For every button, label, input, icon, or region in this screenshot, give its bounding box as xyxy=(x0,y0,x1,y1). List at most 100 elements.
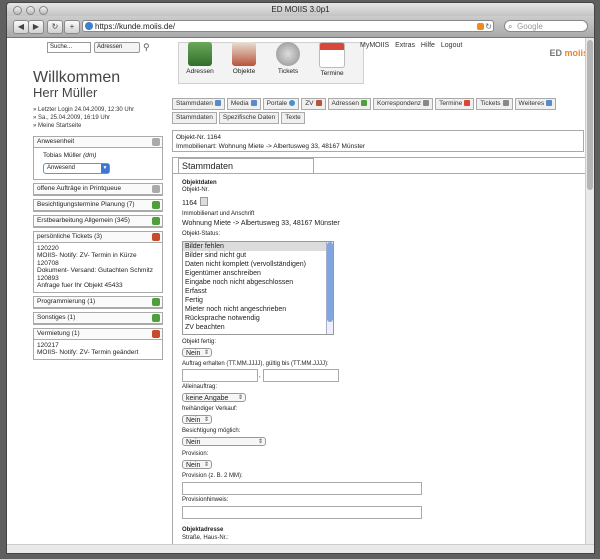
close-window-icon[interactable] xyxy=(13,6,22,15)
art-value: Wohnung Miete -> Albertusweg 33, 48167 M… xyxy=(182,220,340,227)
subtab-texte[interactable]: Texte xyxy=(281,112,305,124)
auftrag-date-field[interactable] xyxy=(182,369,258,382)
scrollbar-thumb[interactable] xyxy=(587,40,593,190)
tab-zv[interactable]: ZV xyxy=(301,98,326,110)
zoom-window-icon[interactable] xyxy=(39,6,48,15)
fertig-select[interactable]: Nein ⇕ xyxy=(182,348,212,357)
subtab-spezifische-daten[interactable]: Spezifische Daten xyxy=(218,112,280,124)
provision2-field[interactable] xyxy=(182,482,422,495)
allein-select[interactable]: keine Angabe ⇕ xyxy=(182,393,246,402)
provision2-label: Provision (z. B. 2 MM): xyxy=(182,473,243,479)
link-mymoiis[interactable]: MyMOIIS xyxy=(360,42,389,49)
nav-adressen[interactable]: Adressen xyxy=(180,42,220,75)
link-hilfe[interactable]: Hilfe xyxy=(421,42,435,49)
subtab-stammdaten[interactable]: Stammdaten xyxy=(172,112,217,124)
list-item[interactable]: Rücksprache notwendig xyxy=(183,314,333,323)
tab-label: Media xyxy=(230,100,249,107)
tab-korrespondenz[interactable]: Korrespondenz xyxy=(372,98,434,110)
brand-ed: ED xyxy=(549,48,562,58)
list-item[interactable]: Daten nicht komplett (vervollständigen) xyxy=(183,260,333,269)
list-item[interactable]: Mieter noch nicht angeschrieben xyxy=(183,305,333,314)
document-icon[interactable] xyxy=(200,197,209,206)
users-icon[interactable] xyxy=(152,138,160,146)
quick-search-input[interactable]: Suche... xyxy=(47,42,91,53)
title-bar: ED MOIIS 3.0p1 xyxy=(7,3,594,16)
nav-tickets[interactable]: Tickets xyxy=(268,42,308,75)
list-item[interactable]: 120220 MOIIS- Notify: ZV- Termin in Kürze xyxy=(37,245,159,260)
forward-button[interactable]: ▶ xyxy=(28,20,44,34)
link-extras[interactable]: Extras xyxy=(395,42,415,49)
ticket-id: 120220 xyxy=(37,244,59,252)
gueltig-bis-field[interactable] xyxy=(263,369,339,382)
scrollbar[interactable] xyxy=(326,242,333,334)
expand-icon[interactable] xyxy=(152,216,160,225)
list-item[interactable]: Bilder fehlen xyxy=(183,242,333,251)
nav-label: Objekte xyxy=(232,68,256,75)
status-listbox[interactable]: Bilder fehlen Bilder sind nicht gut Date… xyxy=(182,241,334,335)
strasse-label: Straße, Haus-Nr.: xyxy=(182,535,229,541)
provision-select[interactable]: Nein ⇕ xyxy=(182,460,212,469)
box-header[interactable]: Erstbearbeitung Allgemein (345) xyxy=(34,215,162,227)
expand-icon[interactable] xyxy=(152,297,160,306)
list-item[interactable]: 120893 Anfrage fuer Ihr Objekt 45433 xyxy=(37,275,159,290)
box-header[interactable]: offene Aufträge in Printqueue xyxy=(34,183,162,195)
vertical-scrollbar[interactable] xyxy=(585,38,594,545)
box-header[interactable]: Programmierung (1) xyxy=(34,296,162,308)
list-item[interactable]: Erfasst xyxy=(183,287,333,296)
expand-icon[interactable] xyxy=(152,313,160,322)
nav-termine[interactable]: Termine xyxy=(312,42,352,77)
list-item[interactable]: Eingabe noch nicht abgeschlossen xyxy=(183,278,333,287)
list-item[interactable]: ZV beachten xyxy=(183,323,333,332)
box-header[interactable]: Besichtigungstermine Planung (7) xyxy=(34,199,162,211)
search-field[interactable]: ⌕ Google xyxy=(504,20,588,32)
refresh-icon[interactable]: ↻ xyxy=(485,21,492,33)
collapse-icon[interactable] xyxy=(152,232,160,241)
date-separator: , xyxy=(259,373,261,379)
list-item[interactable]: Eigentümer anschreiben xyxy=(183,269,333,278)
besicht-select[interactable]: Nein ⇕ xyxy=(182,437,266,446)
tab-portale[interactable]: Portale xyxy=(262,98,300,110)
quick-search-select[interactable]: Adressen xyxy=(94,42,140,53)
nav-objekte[interactable]: Objekte xyxy=(224,42,264,75)
collapse-icon[interactable] xyxy=(152,329,160,338)
scrollbar-thumb[interactable] xyxy=(327,242,333,322)
box-header[interactable]: Vermietung (1) xyxy=(34,328,162,340)
tab-termine[interactable]: Termine xyxy=(435,98,475,110)
box-header[interactable]: persönliche Tickets (3) xyxy=(34,231,162,243)
tab-weiteres[interactable]: Weiteres xyxy=(514,98,557,110)
tab-media[interactable]: Media xyxy=(226,98,261,110)
select-value: Nein xyxy=(186,350,201,357)
art-label: Immobilienart und Anschrift xyxy=(182,211,255,217)
tab-tickets[interactable]: Tickets xyxy=(476,98,513,110)
list-item[interactable]: Fertig xyxy=(183,296,333,305)
minimize-window-icon[interactable] xyxy=(26,6,35,15)
select-value: Nein xyxy=(186,462,201,469)
reload-button[interactable]: ↻ xyxy=(47,20,63,34)
expand-icon[interactable] xyxy=(152,200,160,209)
address-bar[interactable]: https://kunde.moiis.de/ ↻ xyxy=(82,20,494,32)
new-tab-button[interactable]: + xyxy=(64,20,80,34)
box-body: 120217 MOIIS- Notify: ZV- Termin geändert xyxy=(34,340,162,359)
list-item[interactable]: Bilder sind nicht gut xyxy=(183,251,333,260)
box-header[interactable]: Anwesenheit xyxy=(34,137,162,148)
list-item[interactable]: 120708 Dokument- Versand: Gutachten Schmi… xyxy=(37,260,159,275)
globe-icon xyxy=(289,100,296,106)
back-button[interactable]: ◀ xyxy=(13,20,29,34)
box-header[interactable]: Sonstiges (1) xyxy=(34,312,162,324)
window-controls xyxy=(13,6,48,15)
tab-stammdaten[interactable]: Stammdaten xyxy=(172,98,225,110)
horizontal-scrollbar[interactable] xyxy=(7,544,594,553)
start-page-link[interactable]: » Meine Startseite xyxy=(33,122,163,130)
printer-icon[interactable] xyxy=(152,184,160,193)
presence-status-select[interactable]: Anwesend ▼ xyxy=(43,162,110,174)
rss-icon[interactable] xyxy=(477,23,484,30)
search-icon[interactable]: ⚲ xyxy=(143,42,150,53)
freihand-select[interactable]: Nein ⇕ xyxy=(182,415,212,424)
link-logout[interactable]: Logout xyxy=(441,42,462,49)
last-login: » Letzter Login 24.04.2009, 12:30 Uhr xyxy=(33,107,135,113)
header: Adressen Objekte Tickets Termine MyMOIIS… xyxy=(172,42,592,86)
provhinweis-field[interactable] xyxy=(182,506,422,519)
list-item[interactable]: 120217 MOIIS- Notify: ZV- Termin geändert xyxy=(37,342,159,357)
brand-logo: ED moiis xyxy=(549,48,588,58)
tab-adressen[interactable]: Adressen xyxy=(327,98,371,110)
